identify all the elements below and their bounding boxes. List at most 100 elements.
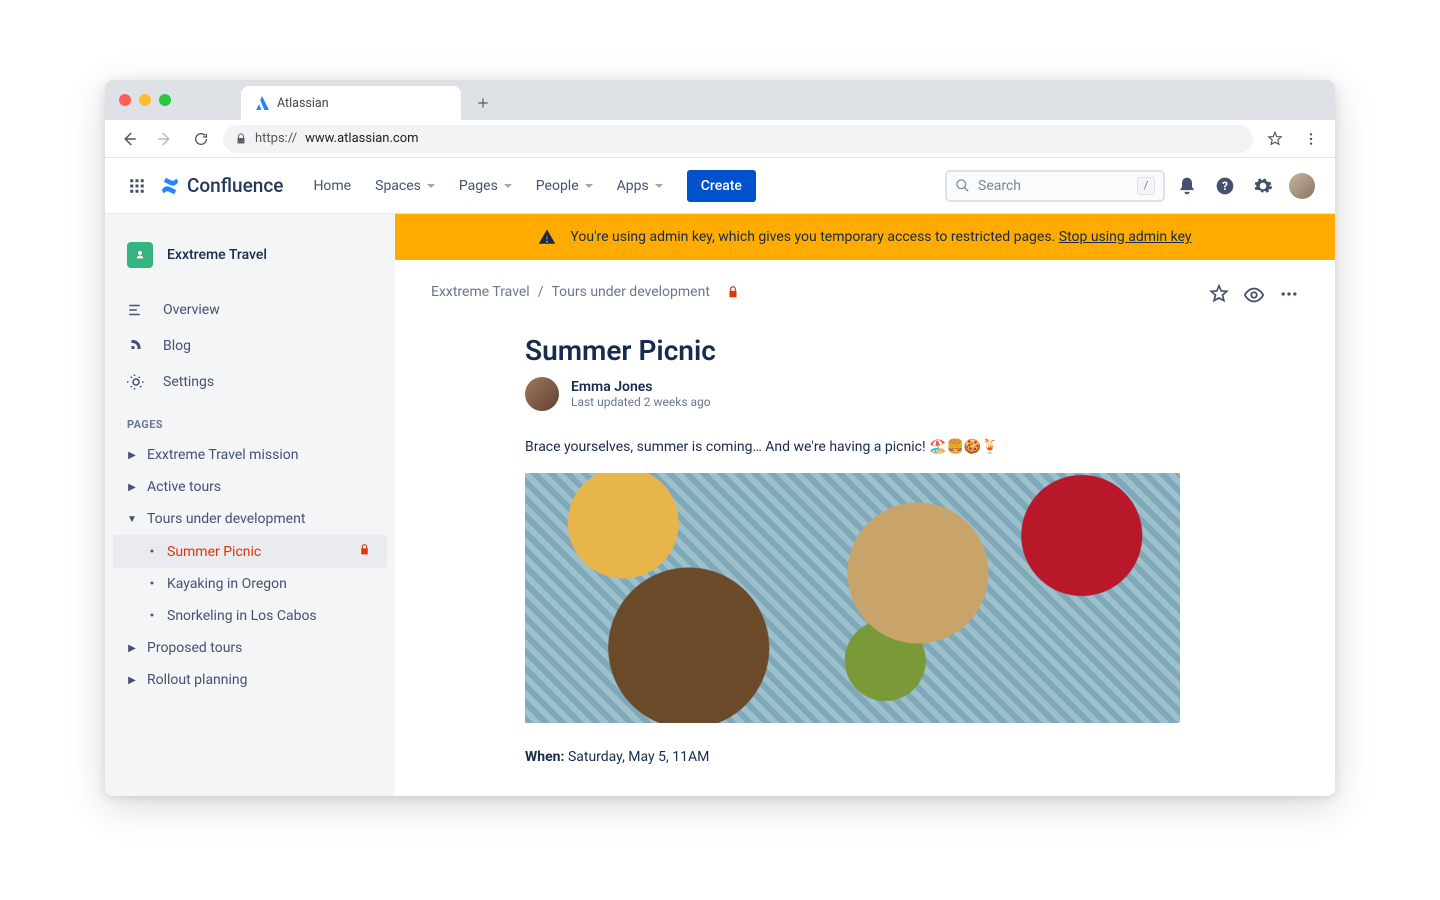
maximize-window-button[interactable] xyxy=(159,94,171,106)
author-name[interactable]: Emma Jones xyxy=(571,379,711,395)
search-shortcut-hint: / xyxy=(1137,177,1155,195)
eye-icon xyxy=(1243,284,1265,306)
watch-page-button[interactable] xyxy=(1243,284,1265,310)
gear-icon xyxy=(1253,176,1273,196)
page-tree: ▶ Exxtreme Travel mission ▶Active tours ▼ To… xyxy=(113,439,387,696)
sidebar-item-overview[interactable]: Overview xyxy=(113,292,387,328)
settings-button[interactable] xyxy=(1247,170,1279,202)
breadcrumb-root[interactable]: Exxtreme Travel xyxy=(431,284,530,300)
breadcrumb: Exxtreme Travel / Tours under developmen… xyxy=(431,284,740,300)
nav-people[interactable]: People xyxy=(526,170,603,202)
nav-apps[interactable]: Apps xyxy=(607,170,673,202)
warning-icon xyxy=(538,228,556,246)
create-button[interactable]: Create xyxy=(687,170,756,202)
profile-avatar[interactable] xyxy=(1289,173,1315,199)
nav-spaces[interactable]: Spaces xyxy=(365,170,445,202)
search-placeholder: Search xyxy=(978,178,1021,194)
tree-item[interactable]: ▶ Exxtreme Travel mission xyxy=(113,439,387,471)
browser-tab[interactable]: Atlassian xyxy=(241,86,461,120)
more-actions-button[interactable] xyxy=(1279,284,1299,310)
confluence-icon xyxy=(159,175,181,197)
minimize-window-button[interactable] xyxy=(139,94,151,106)
tree-item[interactable]: ▶Rollout planning xyxy=(113,664,387,696)
chevron-down-icon xyxy=(655,184,663,188)
atlassian-favicon-icon xyxy=(255,96,269,110)
gear-icon xyxy=(127,373,145,391)
tree-item-label: Tours under development xyxy=(147,511,305,527)
tree-item[interactable]: •Summer Picnic xyxy=(113,535,387,568)
browser-window: Atlassian https:// www.atlassian.com Conf… xyxy=(105,80,1335,796)
arrow-left-icon xyxy=(120,130,138,148)
chevron-right-icon: ▶ xyxy=(123,482,141,493)
url-field[interactable]: https:// www.atlassian.com xyxy=(223,125,1253,153)
close-window-button[interactable] xyxy=(119,94,131,106)
chevron-down-icon xyxy=(427,184,435,188)
nav-pages[interactable]: Pages xyxy=(449,170,522,202)
new-tab-button[interactable] xyxy=(469,89,497,117)
breadcrumb-page[interactable]: Tours under development xyxy=(552,284,710,300)
space-header[interactable]: Exxtreme Travel xyxy=(113,232,387,278)
search-input[interactable]: Search / xyxy=(945,170,1165,202)
sidebar-item-blog[interactable]: Blog xyxy=(113,328,387,364)
notifications-button[interactable] xyxy=(1171,170,1203,202)
space-icon xyxy=(127,242,153,268)
tree-item-label: Kayaking in Oregon xyxy=(167,576,287,592)
overview-icon xyxy=(127,301,145,319)
back-button[interactable] xyxy=(115,125,143,153)
chevron-right-icon: ▶ xyxy=(123,643,141,654)
tree-item[interactable]: ▼ Tours under development xyxy=(113,503,387,535)
tree-item-label: Summer Picnic xyxy=(167,544,261,560)
bullet-icon: • xyxy=(143,608,161,624)
chevron-down-icon: ▼ xyxy=(123,514,141,525)
hero-image xyxy=(525,473,1180,723)
banner-text: You're using admin key, which gives you … xyxy=(570,229,1055,245)
sidebar: Exxtreme Travel Overview Blog Settings P… xyxy=(105,214,395,796)
chevron-down-icon xyxy=(504,184,512,188)
sidebar-item-settings[interactable]: Settings xyxy=(113,364,387,400)
star-outline-icon xyxy=(1267,131,1283,147)
browser-tabbar: Atlassian xyxy=(105,80,1335,120)
bullet-icon: • xyxy=(143,576,161,592)
lock-icon xyxy=(358,543,371,560)
page-content: Summer Picnic Emma Jones Last updated 2 … xyxy=(395,310,1335,796)
tab-title: Atlassian xyxy=(277,96,329,111)
url-scheme: https:// xyxy=(255,131,297,146)
intro-paragraph: Brace yourselves, summer is coming… And … xyxy=(525,439,1299,455)
grid-icon xyxy=(128,177,146,195)
star-outline-icon xyxy=(1209,284,1229,304)
bookmark-star-button[interactable] xyxy=(1261,125,1289,153)
app-switcher-button[interactable] xyxy=(125,174,149,198)
search-icon xyxy=(955,178,970,193)
help-button[interactable]: ? xyxy=(1209,170,1241,202)
tree-item[interactable]: ▶Proposed tours xyxy=(113,632,387,664)
app-top-nav: Confluence Home Spaces Pages People Apps… xyxy=(105,158,1335,214)
tree-item-label: Rollout planning xyxy=(147,672,248,688)
chevron-right-icon: ▶ xyxy=(123,450,141,461)
meatball-icon xyxy=(1279,284,1299,304)
svg-text:?: ? xyxy=(1222,179,1228,193)
forward-button[interactable] xyxy=(151,125,179,153)
url-host: www.atlassian.com xyxy=(305,131,418,146)
tree-item[interactable]: • Kayaking in Oregon xyxy=(113,568,387,600)
tree-item[interactable]: •Snorkeling in Los Cabos xyxy=(113,600,387,632)
browser-menu-button[interactable] xyxy=(1297,125,1325,153)
kebab-icon xyxy=(1303,131,1319,147)
banner-link[interactable]: Stop using admin key xyxy=(1059,229,1192,245)
author-avatar[interactable] xyxy=(525,377,559,411)
tree-item-label: Exxtreme Travel mission xyxy=(147,447,298,463)
plus-icon xyxy=(476,96,490,110)
bell-icon xyxy=(1177,176,1197,196)
space-name: Exxtreme Travel xyxy=(167,247,267,263)
main-content: You're using admin key, which gives you … xyxy=(395,214,1335,796)
page-header: Exxtreme Travel / Tours under developmen… xyxy=(395,260,1335,310)
admin-key-banner: You're using admin key, which gives you … xyxy=(395,214,1335,260)
app-body: Exxtreme Travel Overview Blog Settings P… xyxy=(105,214,1335,796)
chevron-down-icon xyxy=(585,184,593,188)
reload-button[interactable] xyxy=(187,125,215,153)
blog-icon xyxy=(127,337,145,355)
browser-address-bar: https:// www.atlassian.com xyxy=(105,120,1335,158)
tree-item[interactable]: ▶Active tours xyxy=(113,471,387,503)
star-page-button[interactable] xyxy=(1209,284,1229,310)
confluence-logo[interactable]: Confluence xyxy=(159,174,283,197)
nav-home[interactable]: Home xyxy=(303,170,361,202)
